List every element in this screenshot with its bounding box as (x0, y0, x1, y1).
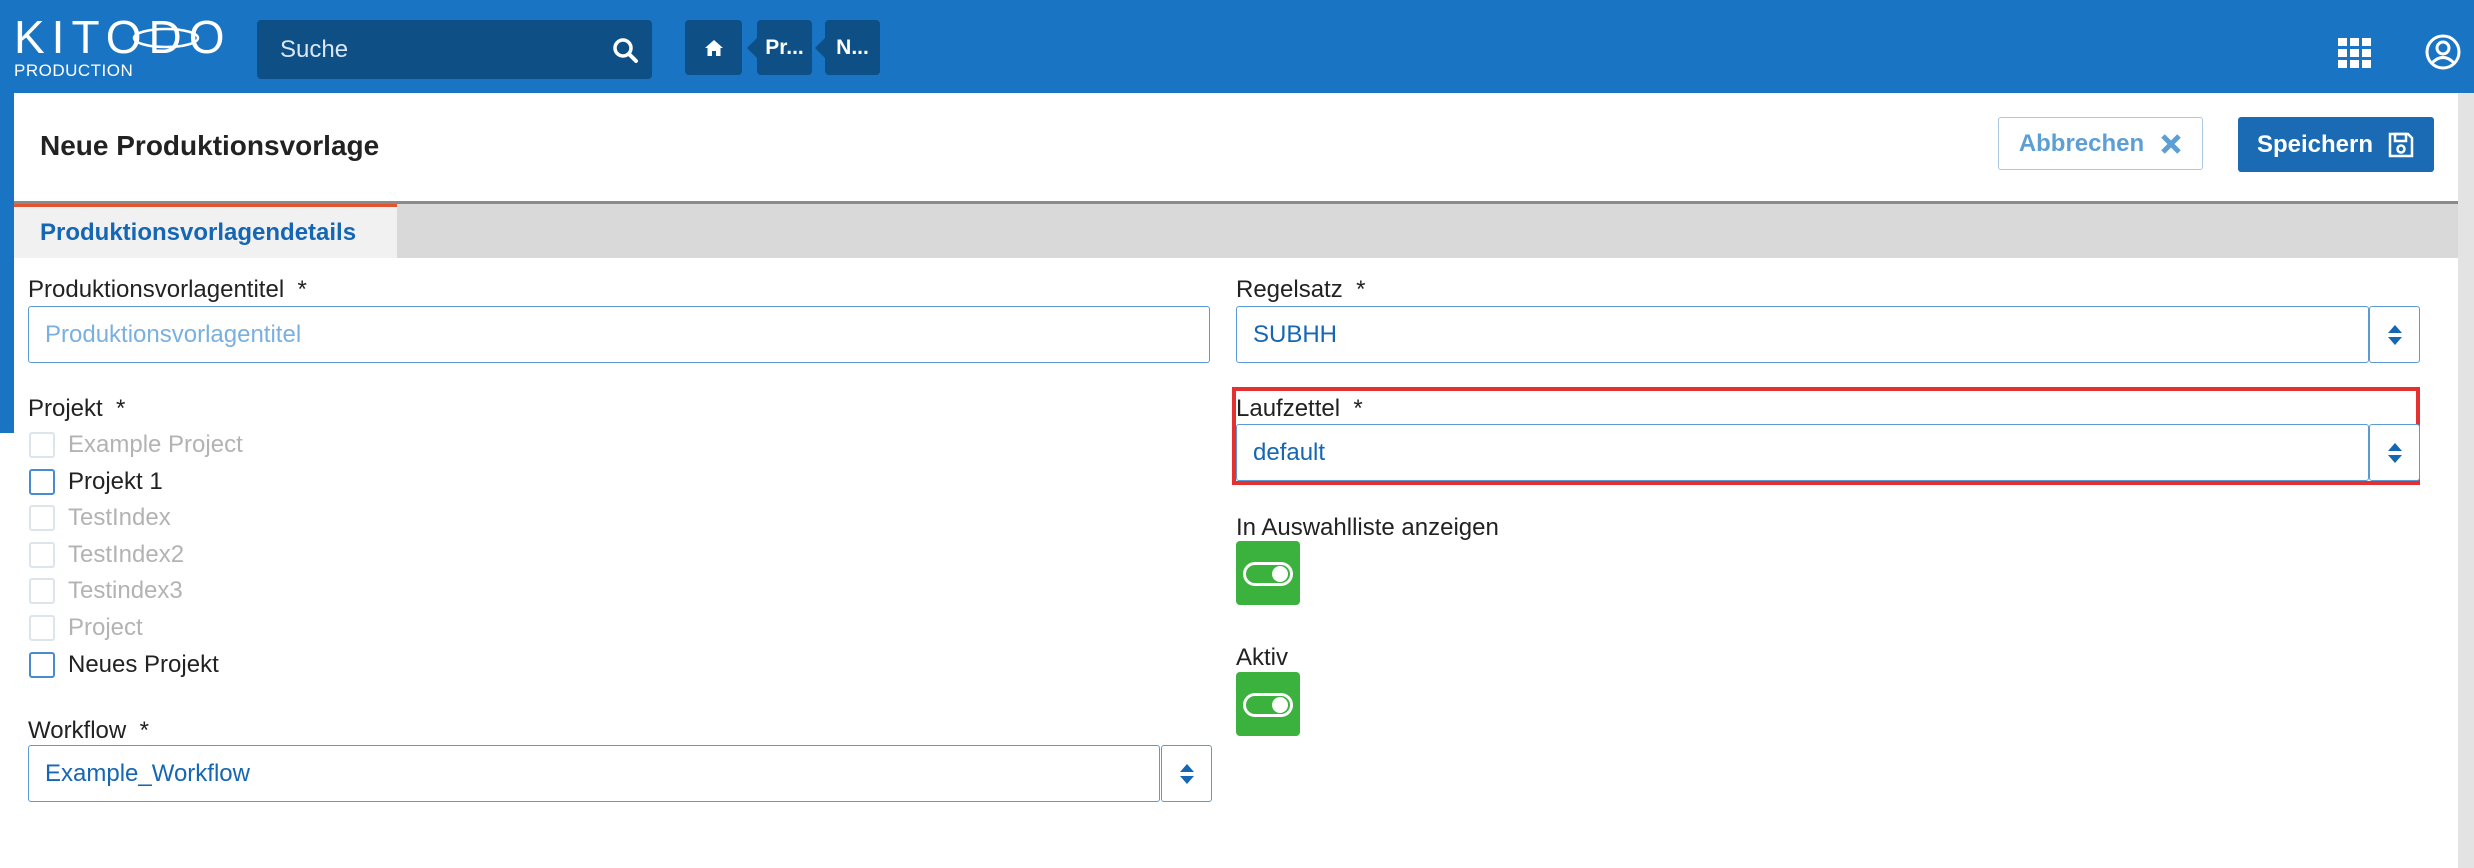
active-label: Aktiv (1236, 644, 1289, 671)
sort-arrows-icon (2387, 442, 2402, 463)
workflow-select-toggle[interactable] (1161, 745, 1212, 802)
template-title-input[interactable] (28, 306, 1210, 363)
ruleset-field-label: Regelsatz * (1236, 276, 1365, 304)
breadcrumb-home[interactable] (685, 20, 742, 75)
search-input[interactable] (257, 20, 600, 79)
workflow-label-text: Workflow (28, 717, 127, 744)
docket-label-text: Laufzettel (1236, 395, 1341, 422)
title-field-label: Produktionsvorlagentitel * (28, 276, 307, 304)
close-icon (2161, 133, 2181, 154)
checkbox[interactable] (29, 432, 55, 458)
home-icon (704, 39, 723, 56)
required-marker: * (297, 276, 307, 303)
required-marker: * (1353, 395, 1363, 422)
project-label-text: Projekt (28, 395, 103, 422)
sort-arrows-icon (1179, 763, 1194, 784)
page-title: Neue Produktionsvorlage (40, 130, 380, 161)
grid-icon (2338, 38, 2371, 68)
project-checkbox-testindex2[interactable]: TestIndex2 (29, 538, 184, 572)
logo-subtitle: PRODUCTION (14, 61, 134, 80)
sort-arrows-icon (2387, 324, 2402, 345)
tab-bar: Produktionsvorlagendetails (14, 204, 2458, 258)
docket-selected-value: default (1253, 438, 1326, 466)
project-checkbox-neues-projekt[interactable]: Neues Projekt (29, 648, 219, 682)
cancel-button-label: Abbrechen (2018, 129, 2145, 157)
breadcrumb-item-2[interactable]: N... (815, 20, 880, 75)
page-scrollbar[interactable] (2458, 93, 2474, 868)
save-button-label: Speichern (2256, 130, 2374, 158)
project-checkbox-testindex[interactable]: TestIndex (29, 501, 171, 535)
checkbox-label: TestIndex2 (68, 541, 185, 568)
title-label-text: Produktionsvorlagentitel (28, 276, 285, 303)
ruleset-select-toggle[interactable] (2369, 306, 2420, 363)
breadcrumb-label: Pr... (765, 35, 804, 59)
show-in-selection-label: In Auswahlliste anzeigen (1236, 514, 1499, 541)
checkbox[interactable] (29, 652, 55, 678)
search-icon (612, 37, 638, 63)
user-icon (2425, 34, 2461, 70)
floppy-disk-icon (2388, 132, 2414, 157)
kitodo-logo[interactable]: KITODO PRODUCTION (14, 14, 225, 80)
required-marker: * (116, 395, 126, 422)
docket-select-toggle[interactable] (2369, 424, 2420, 481)
checkbox-label: Projekt 1 (68, 468, 163, 495)
breadcrumb-label: N... (836, 35, 869, 59)
docket-field-label: Laufzettel * (1236, 395, 1363, 423)
logo-swoosh-icon (132, 27, 200, 49)
checkbox-label: Neues Projekt (68, 651, 219, 678)
apps-menu-button[interactable] (2338, 38, 2372, 68)
page-header: Neue Produktionsvorlage Abbrechen Speich… (14, 93, 2458, 204)
checkbox-label: Project (68, 614, 143, 641)
project-field-label: Projekt * (28, 395, 125, 423)
workflow-select[interactable]: Example_Workflow (28, 745, 1160, 802)
workflow-field-label: Workflow * (28, 717, 149, 745)
required-marker: * (139, 717, 149, 744)
required-marker: * (1356, 276, 1366, 303)
breadcrumb-separator (747, 37, 758, 59)
checkbox[interactable] (29, 578, 55, 604)
search-box (257, 20, 652, 79)
toggle-knob (1272, 566, 1288, 582)
active-toggle[interactable] (1236, 672, 1300, 736)
project-checkbox-example-project[interactable]: Example Project (29, 428, 243, 462)
project-checkbox-projekt-1[interactable]: Projekt 1 (29, 465, 163, 499)
checkbox[interactable] (29, 505, 55, 531)
tab-production-template-details[interactable]: Produktionsvorlagendetails (14, 204, 397, 258)
ruleset-select[interactable]: SUBHH (1236, 306, 2369, 363)
ruleset-selected-value: SUBHH (1253, 320, 1338, 348)
search-button[interactable] (597, 20, 652, 79)
save-button[interactable]: Speichern (2238, 117, 2434, 172)
user-menu-button[interactable] (2424, 33, 2462, 71)
checkbox-label: Example Project (68, 431, 243, 458)
ruleset-label-text: Regelsatz (1236, 276, 1343, 303)
checkbox[interactable] (29, 615, 55, 641)
toggle-knob (1272, 697, 1288, 713)
checkbox[interactable] (29, 469, 55, 495)
show-in-selection-toggle[interactable] (1236, 541, 1300, 605)
breadcrumb-item-1[interactable]: Pr... (747, 20, 812, 75)
workflow-selected-value: Example_Workflow (45, 759, 250, 787)
docket-select[interactable]: default (1236, 424, 2369, 481)
left-accent-strip (0, 93, 14, 433)
project-checkbox-project[interactable]: Project (29, 611, 143, 645)
breadcrumb-separator (815, 37, 826, 59)
checkbox-label: TestIndex (68, 504, 171, 531)
cancel-button[interactable]: Abbrechen (1998, 117, 2203, 170)
checkbox[interactable] (29, 542, 55, 568)
project-checkbox-testindex3[interactable]: Testindex3 (29, 574, 183, 608)
checkbox-label: Testindex3 (68, 577, 183, 604)
